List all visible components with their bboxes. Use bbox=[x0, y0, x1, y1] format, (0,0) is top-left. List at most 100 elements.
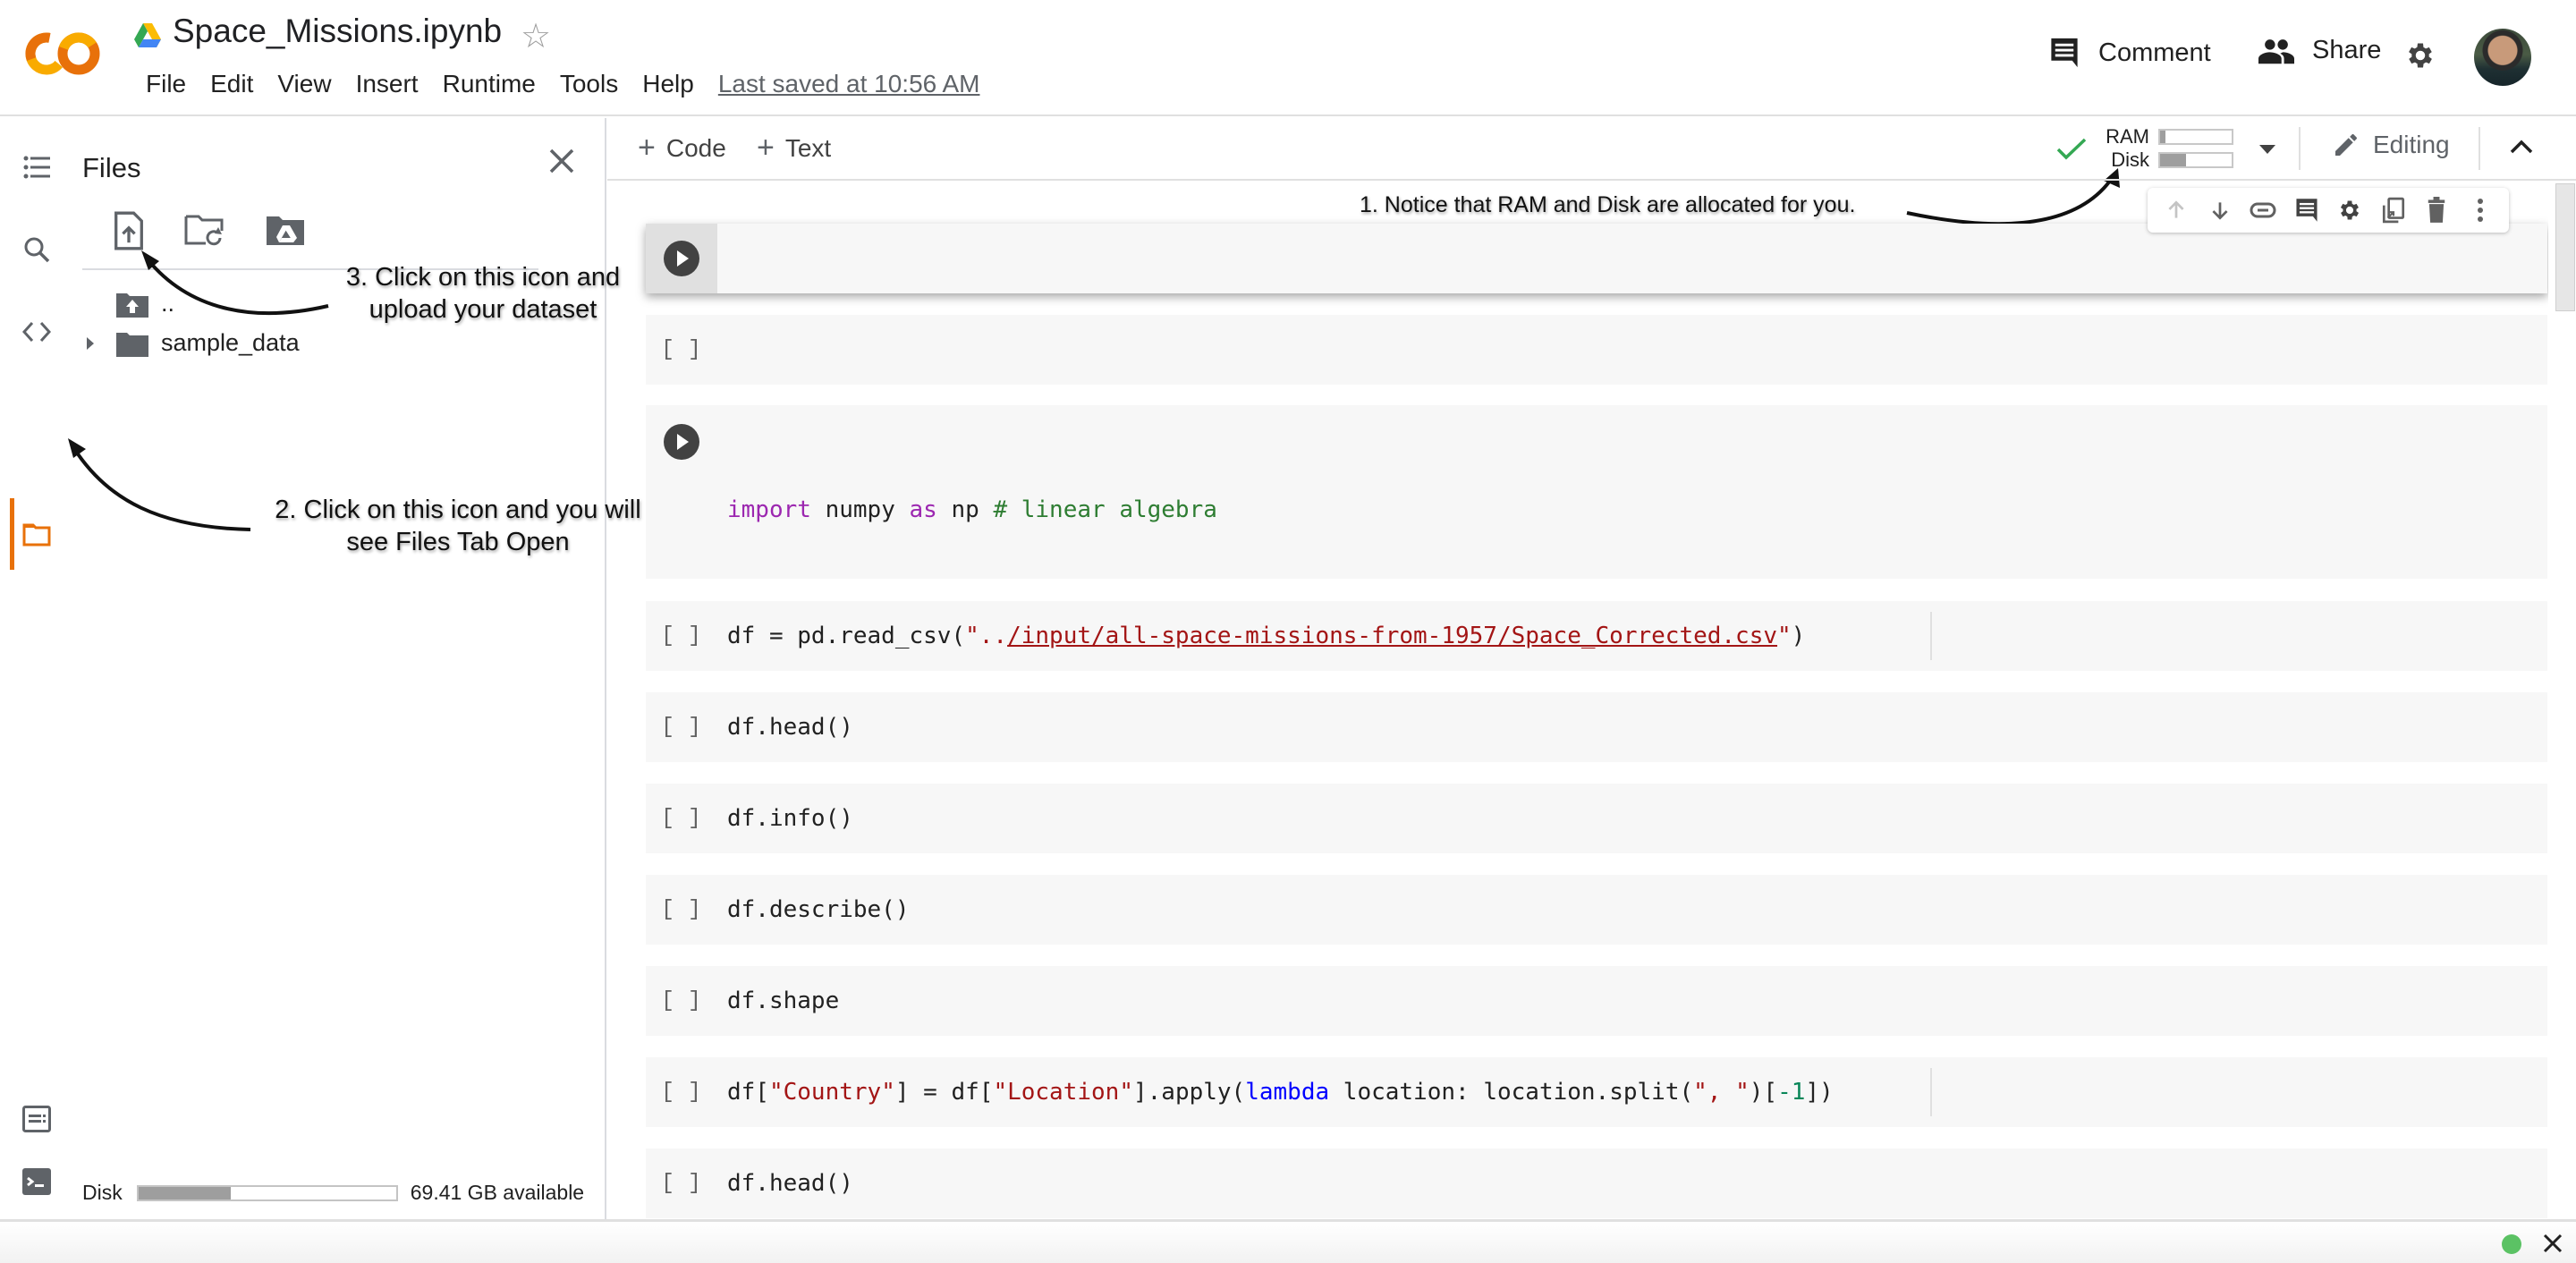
command-palette-icon bbox=[22, 1106, 51, 1132]
execution-count[interactable]: [ ] bbox=[661, 714, 701, 740]
menu-runtime[interactable]: Runtime bbox=[443, 70, 536, 98]
colab-logo[interactable] bbox=[25, 30, 100, 77]
cell-settings-button[interactable] bbox=[2336, 197, 2363, 224]
move-down-button[interactable] bbox=[2207, 197, 2233, 224]
code-editor[interactable]: df.info() bbox=[727, 801, 853, 835]
code-snippets-button[interactable] bbox=[20, 315, 54, 349]
avatar[interactable] bbox=[2474, 29, 2531, 86]
file-entry-sample-data[interactable]: sample_data bbox=[84, 329, 300, 357]
ram-label: RAM bbox=[2106, 125, 2149, 148]
menu-tools[interactable]: Tools bbox=[560, 70, 618, 98]
annotation-text: see Files Tab Open bbox=[346, 528, 570, 557]
add-code-label: Code bbox=[665, 133, 726, 162]
editing-mode-button[interactable]: Editing bbox=[2332, 131, 2450, 159]
execution-count[interactable]: [ ] bbox=[661, 988, 701, 1013]
notebook-title[interactable]: Space_Missions.ipynb bbox=[173, 13, 502, 50]
runtime-resources-button[interactable]: RAM Disk bbox=[2056, 118, 2325, 179]
code-line: import numpy as np # linear algebra bbox=[727, 496, 1217, 523]
code-editor[interactable]: df.describe() bbox=[727, 893, 910, 927]
add-code-button[interactable]: + Code bbox=[638, 131, 726, 165]
share-button[interactable]: Share bbox=[2258, 36, 2381, 65]
delete-cell-button[interactable] bbox=[2423, 197, 2450, 224]
execution-count[interactable]: [ ] bbox=[661, 1170, 701, 1196]
code-cell[interactable]: [ ] df.head() bbox=[646, 1149, 2547, 1218]
upload-file-icon[interactable] bbox=[111, 211, 147, 250]
close-icon[interactable] bbox=[544, 143, 580, 179]
menu-insert[interactable]: Insert bbox=[356, 70, 419, 98]
share-label: Share bbox=[2312, 36, 2382, 64]
menu-view[interactable]: View bbox=[277, 70, 331, 98]
code-editor[interactable]: df["Country"] = df["Location"].apply(lam… bbox=[727, 1075, 1834, 1109]
dropdown-arrow-icon[interactable] bbox=[2258, 143, 2277, 156]
code-cell[interactable]: [ ] df.head() bbox=[646, 692, 2547, 762]
execution-count[interactable]: [ ] bbox=[661, 896, 701, 922]
annotation-files-tab: 2. Click on this icon and you will see F… bbox=[252, 494, 664, 559]
more-options-button[interactable] bbox=[2467, 197, 2494, 224]
gear-icon[interactable] bbox=[2404, 39, 2436, 72]
mount-drive-icon[interactable] bbox=[265, 211, 306, 250]
code-cell[interactable]: import numpy as np # linear algebra impo… bbox=[646, 405, 2547, 829]
menu-bar: File Edit View Insert Runtime Tools Help… bbox=[146, 70, 979, 98]
table-of-contents-button[interactable] bbox=[20, 150, 54, 184]
gear-icon bbox=[2341, 200, 2360, 220]
comment-button[interactable]: Comment bbox=[2048, 36, 2211, 70]
menu-help[interactable]: Help bbox=[642, 70, 694, 98]
comment-cell-button[interactable] bbox=[2293, 197, 2320, 224]
scrollbar-thumb[interactable] bbox=[2555, 183, 2575, 311]
expand-arrow-icon[interactable] bbox=[84, 335, 97, 352]
code-cell[interactable]: [ ] df.describe() bbox=[646, 875, 2547, 945]
plus-icon: + bbox=[638, 131, 656, 165]
code-brackets-icon bbox=[22, 321, 51, 343]
file-path-link[interactable]: /input/all-space-missions-from-1957/Spac… bbox=[1007, 623, 1777, 649]
header-bar: Space_Missions.ipynb ☆ File Edit View In… bbox=[0, 0, 2576, 116]
code-editor[interactable]: df.head() bbox=[727, 710, 853, 744]
more-vert-icon bbox=[2477, 199, 2483, 222]
file-entry-name: sample_data bbox=[161, 329, 300, 356]
add-text-button[interactable]: + Text bbox=[757, 131, 831, 165]
annotation-upload: 3. Click on this icon and upload your da… bbox=[331, 261, 635, 326]
notebook-toolbar: + Code + Text RAM Disk Editing bbox=[607, 118, 2576, 181]
code-cell[interactable]: [ ] df["Country"] = df["Location"].apply… bbox=[646, 1057, 2547, 1127]
editing-label: Editing bbox=[2373, 131, 2450, 158]
execution-count[interactable]: [ ] bbox=[661, 805, 701, 831]
link-button[interactable] bbox=[2250, 197, 2276, 224]
run-cell-button[interactable] bbox=[664, 424, 699, 460]
connection-status-icon[interactable] bbox=[2502, 1234, 2521, 1254]
collapse-header-icon[interactable] bbox=[2509, 138, 2534, 156]
move-up-button[interactable] bbox=[2163, 197, 2190, 224]
code-editor[interactable]: df.shape bbox=[727, 984, 839, 1018]
trash-icon bbox=[2428, 197, 2445, 223]
arrow-down-icon bbox=[2212, 202, 2228, 220]
command-palette-button[interactable] bbox=[20, 1102, 54, 1136]
ram-usage-bar bbox=[2158, 129, 2233, 145]
menu-edit[interactable]: Edit bbox=[210, 70, 253, 98]
search-button[interactable] bbox=[20, 233, 54, 267]
code-cell[interactable]: [ ] bbox=[646, 315, 2547, 385]
files-button[interactable] bbox=[20, 517, 54, 551]
close-icon[interactable] bbox=[2540, 1231, 2565, 1256]
execution-count[interactable]: [ ] bbox=[661, 623, 701, 648]
code-editor[interactable]: df = pd.read_csv("../input/all-space-mis… bbox=[727, 619, 1805, 653]
disk-usage-bar bbox=[2158, 152, 2233, 168]
execution-count[interactable]: [ ] bbox=[661, 1079, 701, 1105]
code-cell[interactable] bbox=[646, 224, 2547, 293]
code-cell[interactable]: [ ] df = pd.read_csv("../input/all-space… bbox=[646, 601, 2547, 671]
file-entry-parent[interactable]: .. bbox=[116, 290, 174, 318]
refresh-folder-icon[interactable] bbox=[184, 211, 225, 250]
execution-count[interactable]: [ ] bbox=[661, 336, 701, 362]
google-drive-icon[interactable] bbox=[134, 23, 161, 48]
star-icon[interactable]: ☆ bbox=[521, 16, 551, 56]
check-icon bbox=[2056, 138, 2087, 160]
last-saved-link[interactable]: Last saved at 10:56 AM bbox=[718, 70, 980, 98]
code-cell[interactable]: [ ] df.shape bbox=[646, 966, 2547, 1036]
divider bbox=[2299, 127, 2301, 170]
terminal-button[interactable] bbox=[20, 1165, 54, 1199]
run-cell-button[interactable] bbox=[664, 241, 699, 276]
mirror-cell-button[interactable] bbox=[2380, 197, 2407, 224]
code-editor[interactable]: df.head() bbox=[727, 1166, 853, 1200]
people-icon bbox=[2258, 38, 2294, 64]
active-tab-indicator bbox=[10, 498, 14, 570]
menu-file[interactable]: File bbox=[146, 70, 186, 98]
comment-icon bbox=[2296, 199, 2318, 222]
code-cell[interactable]: [ ] df.info() bbox=[646, 784, 2547, 853]
